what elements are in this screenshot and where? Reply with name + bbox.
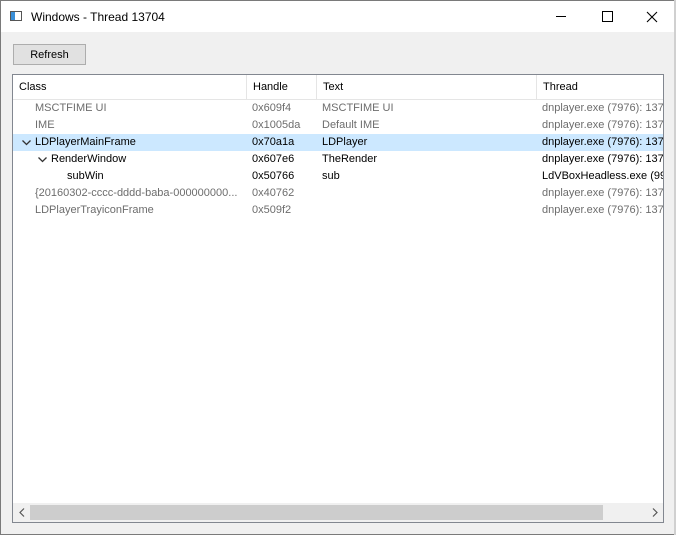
minimize-button[interactable] (538, 1, 584, 32)
class-cell: IME (13, 117, 245, 134)
handle-cell: 0x70a1a (252, 136, 295, 148)
tree-row[interactable]: subWin 0x50766 sub LdVBoxHeadless.exe (9984… (13, 168, 663, 185)
column-header-thread[interactable]: Thread (537, 75, 663, 99)
text-cell (322, 202, 534, 219)
class-label: IME (35, 119, 55, 131)
tree-row[interactable]: RenderWindow 0x607e6 TheRender dnplayer.exe… (13, 151, 663, 168)
text-cell: sub (322, 170, 340, 182)
chevron-down-icon[interactable] (20, 134, 32, 151)
class-cell: LDPlayerTrayiconFrame (13, 202, 245, 219)
refresh-button[interactable]: Refresh (13, 44, 86, 65)
class-label: {20160302-cccc-dddd-baba-000000000... (35, 187, 238, 199)
thread-cell: LdVBoxHeadless.exe (9984) (542, 170, 663, 182)
tree-row[interactable]: IME 0x1005da Default IME dnplayer.exe (7976… (13, 117, 663, 134)
class-cell: {20160302-cccc-dddd-baba-000000000... (13, 185, 245, 202)
text-cell: Default IME (322, 119, 380, 131)
maximize-icon (601, 11, 613, 22)
thread-cell: dnplayer.exe (7976): 13704 (542, 204, 663, 216)
class-cell: MSCTFIME UI (13, 100, 245, 117)
chevron-down-icon[interactable] (36, 151, 48, 168)
thread-cell: dnplayer.exe (7976): 13704 (542, 102, 663, 114)
horizontal-scrollbar[interactable] (13, 503, 663, 522)
tree-row[interactable]: LDPlayerMainFrame 0x70a1a LDPlayer dnplayer… (13, 134, 663, 151)
column-header-class[interactable]: Class (13, 75, 247, 99)
chevron-left-icon (18, 508, 24, 517)
column-header-text[interactable]: Text (317, 75, 537, 99)
tree-header: Class Handle Text Thread (13, 75, 663, 100)
class-label: LDPlayerTrayiconFrame (35, 204, 154, 216)
close-icon (646, 11, 658, 22)
thread-cell: dnplayer.exe (7976): 13704 (542, 136, 663, 148)
windows-tree-view[interactable]: Class Handle Text Thread MSCTFIME UI 0x60… (12, 74, 664, 523)
scroll-right-button[interactable] (646, 503, 663, 522)
text-cell: TheRender (322, 153, 378, 165)
tree-rows: MSCTFIME UI 0x609f4 MSCTFIME UI dnplayer.ex… (13, 100, 663, 219)
thread-cell: dnplayer.exe (7976): 13704 (542, 153, 663, 165)
class-cell: LDPlayerMainFrame (13, 134, 245, 151)
handle-cell: 0x509f2 (252, 204, 292, 216)
title-bar[interactable]: Windows - Thread 13704 (1, 1, 675, 32)
text-cell (322, 185, 534, 202)
column-header-handle[interactable]: Handle (247, 75, 317, 99)
handle-cell: 0x40762 (252, 187, 295, 199)
class-label: LDPlayerMainFrame (35, 136, 136, 148)
class-label: MSCTFIME UI (35, 102, 107, 114)
minimize-icon (556, 16, 566, 17)
handle-cell: 0x50766 (252, 170, 295, 182)
scroll-left-button[interactable] (13, 503, 30, 522)
handle-cell: 0x609f4 (252, 102, 292, 114)
scrollbar-thumb[interactable] (30, 505, 603, 520)
close-button[interactable] (629, 1, 675, 32)
thread-cell: dnplayer.exe (7976): 13704 (542, 119, 663, 131)
tree-row[interactable]: LDPlayerTrayiconFrame 0x509f2 dnplayer.exe… (13, 202, 663, 219)
handle-cell: 0x607e6 (252, 153, 295, 165)
maximize-button[interactable] (584, 1, 630, 32)
thread-cell: dnplayer.exe (7976): 13704 (542, 187, 663, 199)
chevron-right-icon (652, 508, 658, 517)
text-cell: LDPlayer (322, 136, 368, 148)
class-cell: RenderWindow (13, 151, 245, 168)
process-windows-dialog: Windows - Thread 13704 Refresh Class Han… (0, 0, 676, 535)
class-label: subWin (67, 170, 104, 182)
tree-row[interactable]: {20160302-cccc-dddd-baba-000000000... 0x4… (13, 185, 663, 202)
window-icon (10, 11, 22, 21)
handle-cell: 0x1005da (252, 119, 301, 131)
window-title: Windows - Thread 13704 (31, 10, 165, 24)
tree-row[interactable]: MSCTFIME UI 0x609f4 MSCTFIME UI dnplayer.ex… (13, 100, 663, 117)
class-label: RenderWindow (51, 153, 127, 165)
class-cell: subWin (13, 168, 245, 185)
text-cell: MSCTFIME UI (322, 102, 394, 114)
